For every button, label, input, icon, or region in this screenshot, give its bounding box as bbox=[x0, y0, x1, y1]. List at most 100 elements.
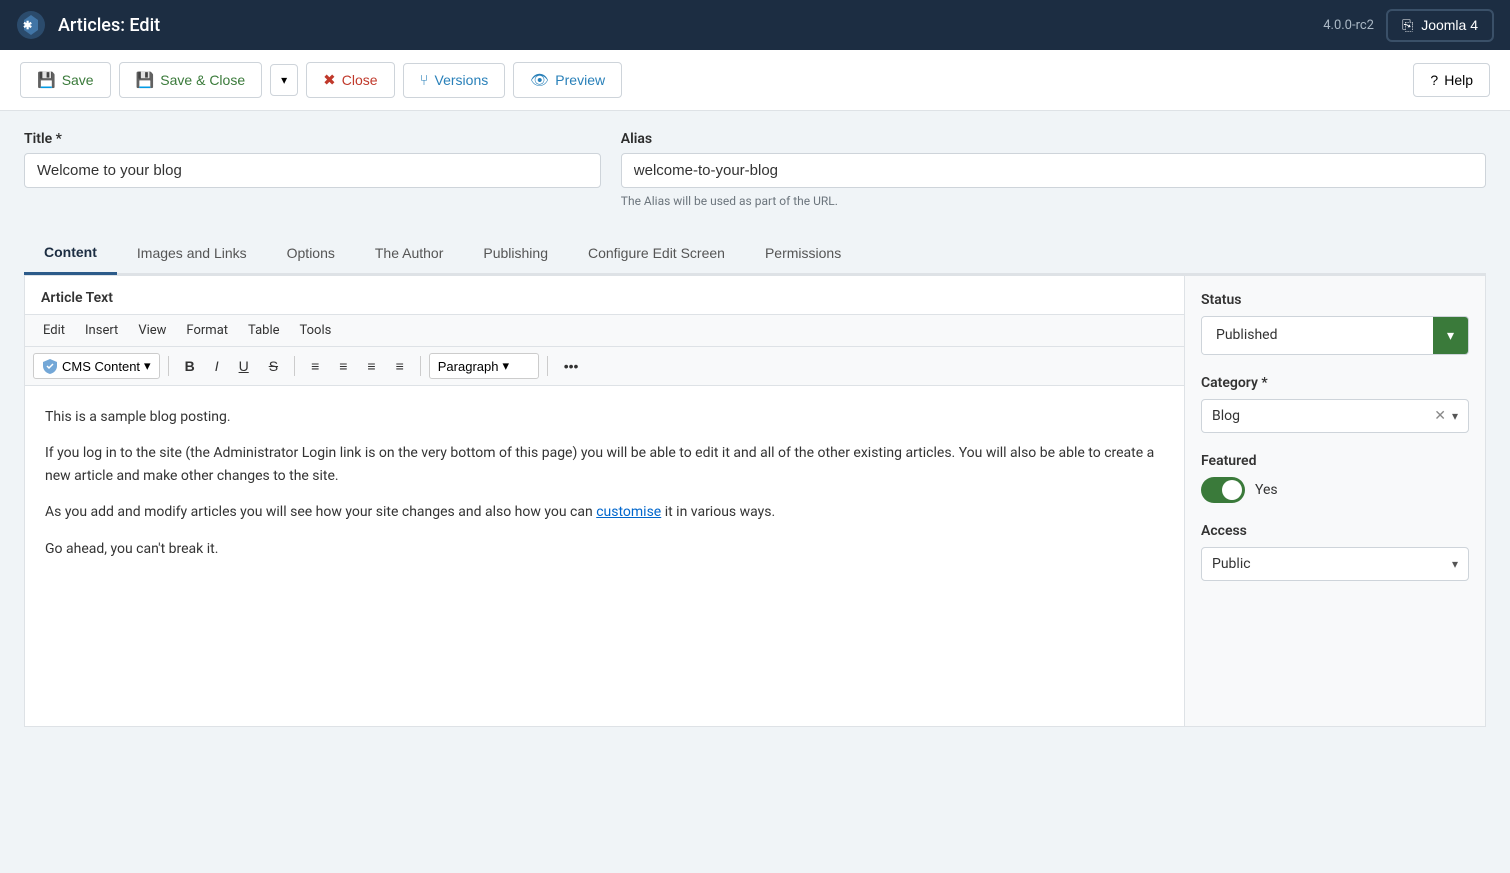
cms-content-button[interactable]: CMS Content ▾ bbox=[33, 353, 160, 379]
close-button[interactable]: ✖ Close bbox=[306, 62, 394, 98]
paragraph-select[interactable]: Paragraph ▾ bbox=[429, 353, 539, 379]
save-close-label: Save & Close bbox=[160, 72, 245, 88]
status-dropdown: Published ▾ bbox=[1201, 316, 1469, 355]
align-justify-button[interactable]: ≡ bbox=[388, 354, 412, 378]
title-label: Title * bbox=[24, 131, 601, 147]
featured-toggle[interactable] bbox=[1201, 477, 1245, 503]
tab-options[interactable]: Options bbox=[267, 232, 355, 273]
main-content: Title * Alias The Alias will be used as … bbox=[0, 111, 1510, 747]
close-label: Close bbox=[342, 72, 378, 88]
editor-toolbar: CMS Content ▾ B I U S ≡ ≡ ≡ ≡ Paragraph … bbox=[25, 347, 1184, 386]
paragraph-arrow: ▾ bbox=[502, 358, 509, 374]
save-close-button[interactable]: 💾 Save & Close bbox=[119, 62, 263, 98]
category-section: Category * Blog ✕ ▾ bbox=[1201, 375, 1469, 433]
tab-configure-edit-screen[interactable]: Configure Edit Screen bbox=[568, 232, 745, 273]
toolbar-separator-1 bbox=[168, 356, 169, 376]
versions-label: Versions bbox=[435, 72, 489, 88]
tab-permissions[interactable]: Permissions bbox=[745, 232, 861, 273]
tab-the-author[interactable]: The Author bbox=[355, 232, 464, 273]
save-close-icon: 💾 bbox=[136, 71, 155, 89]
status-section: Status Published ▾ bbox=[1201, 292, 1469, 355]
toolbar-separator-4 bbox=[547, 356, 548, 376]
editor-sidebar: Status Published ▾ Category * Blog ✕ ▾ F… bbox=[1185, 276, 1485, 726]
top-nav-right: 4.0.0-rc2 ⎘ Joomla 4 bbox=[1323, 9, 1494, 42]
top-nav: ✱ Articles: Edit 4.0.0-rc2 ⎘ Joomla 4 bbox=[0, 0, 1510, 50]
underline-button[interactable]: U bbox=[231, 354, 257, 378]
tab-content[interactable]: Content bbox=[24, 232, 117, 275]
bold-button[interactable]: B bbox=[177, 354, 203, 378]
status-value: Published bbox=[1202, 317, 1433, 354]
help-label: Help bbox=[1444, 72, 1473, 88]
access-value: Public bbox=[1212, 556, 1446, 572]
strikethrough-button[interactable]: S bbox=[261, 354, 286, 378]
save-dropdown-button[interactable]: ▾ bbox=[270, 64, 298, 96]
editor-content[interactable]: This is a sample blog posting. If you lo… bbox=[25, 386, 1184, 706]
customise-link[interactable]: customise bbox=[596, 504, 661, 520]
fields-row: Title * Alias The Alias will be used as … bbox=[24, 131, 1486, 208]
align-center-button[interactable]: ≡ bbox=[331, 354, 355, 378]
save-icon: 💾 bbox=[37, 71, 56, 89]
access-arrow-icon[interactable]: ▾ bbox=[1452, 557, 1458, 571]
align-right-button[interactable]: ≡ bbox=[359, 354, 383, 378]
menu-tools[interactable]: Tools bbox=[290, 319, 342, 342]
joomla4-button[interactable]: ⎘ Joomla 4 bbox=[1386, 9, 1494, 42]
italic-button[interactable]: I bbox=[207, 354, 227, 378]
featured-label: Featured bbox=[1201, 453, 1469, 469]
menu-view[interactable]: View bbox=[128, 319, 176, 342]
more-options-button[interactable]: ••• bbox=[556, 354, 587, 378]
joomla4-label: Joomla 4 bbox=[1421, 17, 1478, 33]
category-label: Category * bbox=[1201, 375, 1469, 391]
tab-publishing[interactable]: Publishing bbox=[463, 232, 568, 273]
tabs-bar: Content Images and Links Options The Aut… bbox=[24, 232, 1486, 275]
content-para-4: Go ahead, you can't break it. bbox=[45, 538, 1164, 560]
menu-format[interactable]: Format bbox=[176, 319, 238, 342]
editor-menu-bar: Edit Insert View Format Table Tools bbox=[25, 314, 1184, 347]
editor-layout: Article Text Edit Insert View Format Tab… bbox=[24, 275, 1486, 727]
versions-icon: ⑂ bbox=[420, 72, 429, 89]
joomla-logo-icon: ✱ bbox=[16, 10, 46, 40]
menu-table[interactable]: Table bbox=[238, 319, 289, 342]
title-field-group: Title * bbox=[24, 131, 601, 208]
category-arrow-icon[interactable]: ▾ bbox=[1452, 409, 1458, 423]
article-text-label: Article Text bbox=[25, 276, 1184, 314]
close-icon: ✖ bbox=[323, 71, 336, 89]
alias-input[interactable] bbox=[621, 153, 1486, 188]
toolbar: 💾 Save 💾 Save & Close ▾ ✖ Close ⑂ Versio… bbox=[0, 50, 1510, 111]
cms-content-label: CMS Content bbox=[62, 359, 140, 374]
access-label: Access bbox=[1201, 523, 1469, 539]
page-title: Articles: Edit bbox=[58, 15, 160, 36]
tab-images-links[interactable]: Images and Links bbox=[117, 232, 267, 273]
alias-field-group: Alias The Alias will be used as part of … bbox=[621, 131, 1486, 208]
editor-main: Article Text Edit Insert View Format Tab… bbox=[25, 276, 1185, 726]
preview-label: Preview bbox=[555, 72, 605, 88]
paragraph-label: Paragraph bbox=[438, 359, 499, 374]
version-label: 4.0.0-rc2 bbox=[1323, 18, 1374, 33]
status-dropdown-button[interactable]: ▾ bbox=[1433, 317, 1468, 354]
category-dropdown[interactable]: Blog ✕ ▾ bbox=[1201, 399, 1469, 433]
access-section: Access Public ▾ bbox=[1201, 523, 1469, 581]
menu-insert[interactable]: Insert bbox=[75, 319, 128, 342]
cms-content-icon bbox=[42, 358, 58, 374]
content-para-2: If you log in to the site (the Administr… bbox=[45, 442, 1164, 487]
title-input[interactable] bbox=[24, 153, 601, 188]
alias-hint: The Alias will be used as part of the UR… bbox=[621, 194, 1486, 208]
help-icon: ? bbox=[1430, 72, 1438, 88]
toolbar-separator-2 bbox=[294, 356, 295, 376]
menu-edit[interactable]: Edit bbox=[33, 319, 75, 342]
status-label: Status bbox=[1201, 292, 1469, 308]
alias-label: Alias bbox=[621, 131, 1486, 147]
content-para-1: This is a sample blog posting. bbox=[45, 406, 1164, 428]
content-para-3: As you add and modify articles you will … bbox=[45, 501, 1164, 523]
joomla4-icon: ⎘ bbox=[1402, 17, 1413, 34]
access-dropdown[interactable]: Public ▾ bbox=[1201, 547, 1469, 581]
align-left-button[interactable]: ≡ bbox=[303, 354, 327, 378]
save-button[interactable]: 💾 Save bbox=[20, 62, 111, 98]
category-value: Blog bbox=[1212, 408, 1428, 424]
category-clear-icon[interactable]: ✕ bbox=[1434, 408, 1446, 424]
versions-button[interactable]: ⑂ Versions bbox=[403, 63, 506, 98]
save-label: Save bbox=[62, 72, 94, 88]
preview-button[interactable]: 👁 Preview bbox=[513, 62, 622, 98]
svg-text:✱: ✱ bbox=[23, 19, 32, 32]
top-nav-left: ✱ Articles: Edit bbox=[16, 10, 160, 40]
help-button[interactable]: ? Help bbox=[1413, 63, 1490, 97]
